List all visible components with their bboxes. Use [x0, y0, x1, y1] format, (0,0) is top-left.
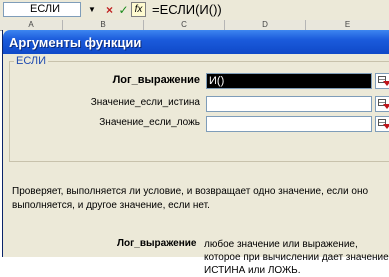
insert-function-icon[interactable]: fx	[131, 2, 146, 17]
arg-label-value-if-true: Значение_если_истина	[90, 97, 200, 108]
column-header-d[interactable]: D	[225, 20, 306, 30]
column-header-e[interactable]: E	[306, 20, 389, 30]
arg-input-logical-test[interactable]: И()	[206, 73, 372, 89]
formula-input[interactable]: =ЕСЛИ(И())	[150, 2, 389, 18]
dialog-title-bar[interactable]: Аргументы функции	[3, 30, 389, 54]
name-box[interactable]: ЕСЛИ	[3, 2, 81, 17]
collapse-dialog-icon[interactable]	[375, 73, 389, 89]
enter-icon[interactable]: ✓	[117, 3, 130, 17]
column-header-c[interactable]: C	[144, 20, 225, 30]
chevron-down-icon[interactable]: ▼	[86, 3, 98, 16]
function-description: Проверяет, выполняется ли условие, и воз…	[12, 186, 369, 211]
arg-input-value-if-false[interactable]	[206, 116, 372, 132]
function-arguments-dialog: Аргументы функции ЕСЛИ Лог_выражение И()…	[2, 30, 389, 276]
argument-detail-label: Лог_выражение	[117, 238, 197, 249]
collapse-dialog-icon[interactable]	[375, 96, 389, 112]
arg-input-value-if-true[interactable]	[206, 96, 372, 112]
function-name-legend: ЕСЛИ	[14, 55, 49, 67]
column-header-a[interactable]: A	[0, 20, 63, 30]
cancel-icon[interactable]: ×	[103, 3, 116, 17]
formula-bar: ЕСЛИ ▼ × ✓ fx =ЕСЛИ(И())	[0, 0, 389, 21]
collapse-dialog-icon[interactable]	[375, 116, 389, 132]
arg-label-value-if-false: Значение_если_ложь	[99, 117, 200, 128]
argument-detail-text: любое значение или выражение, которое пр…	[204, 239, 389, 276]
arg-label-logical-test: Лог_выражение	[112, 74, 200, 86]
dialog-title: Аргументы функции	[9, 35, 142, 50]
column-header-b[interactable]: B	[63, 20, 144, 30]
